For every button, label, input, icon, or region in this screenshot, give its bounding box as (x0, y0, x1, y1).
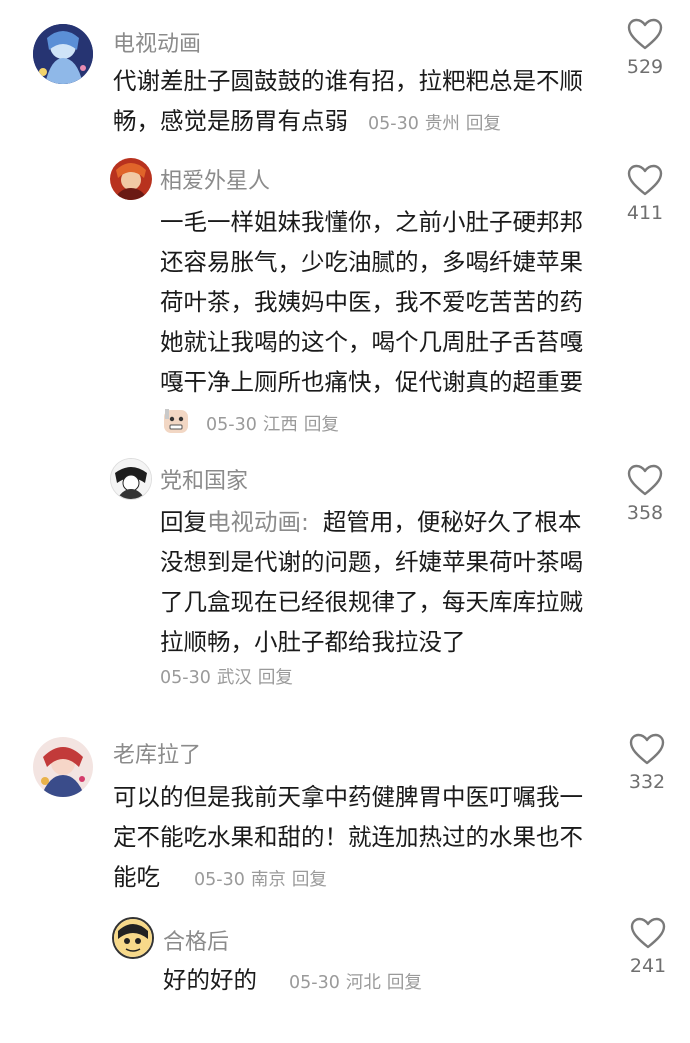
comment-item: 党和国家 回复电视动画: 超管用，便秘好久了根本没想到是代谢的问题，纤婕苹果荷叶茶… (0, 450, 690, 715)
reply-button[interactable]: 回复 (387, 973, 422, 993)
avatar[interactable] (33, 737, 93, 797)
like-count: 358 (626, 502, 664, 524)
heart-outline-icon (627, 164, 663, 196)
avatar-image (114, 919, 152, 957)
comment-text: 一毛一样姐妹我懂你，之前小肚子硬邦邦还容易胀气，少吃油腻的，多喝纤婕苹果荷叶茶，… (160, 202, 596, 445)
username[interactable]: 合格后 (163, 924, 229, 956)
grimace-face-emoji (162, 407, 190, 435)
comment-meta: 05-30 武汉 回复 (160, 664, 299, 689)
reply-button[interactable]: 回复 (292, 870, 327, 890)
heart-outline-icon (627, 18, 663, 50)
username[interactable]: 老库拉了 (113, 737, 201, 769)
comment-text: 回复电视动画: 超管用，便秘好久了根本没想到是代谢的问题，纤婕苹果荷叶茶喝了几盒现… (160, 502, 596, 662)
avatar[interactable] (112, 917, 154, 959)
like-count: 529 (626, 56, 664, 78)
username[interactable]: 电视动画 (113, 26, 201, 58)
like-button[interactable]: 332 (617, 733, 677, 793)
comment-meta: 05-30 南京 回复 (194, 870, 333, 890)
comment-date: 05-30 (289, 973, 340, 993)
comment-item: 合格后 好的好的 05-30 河北 回复 241 (0, 905, 690, 1043)
comment-text: 代谢差肚子圆鼓鼓的谁有招，拉粑粑总是不顺畅，感觉是肠胃有点弱 05-30 贵州 回复 (113, 61, 593, 144)
comment-item: 老库拉了 可以的但是我前天拿中药健脾胃中医叮嘱我一定不能吃水果和甜的！就连加热过… (0, 715, 690, 905)
like-button[interactable]: 241 (618, 917, 678, 977)
comment-meta: 05-30 河北 回复 (289, 973, 428, 993)
reply-button[interactable]: 回复 (466, 114, 501, 134)
comment-date: 05-30 (194, 870, 245, 890)
avatar[interactable] (110, 158, 152, 200)
comment-location: 贵州 (424, 114, 460, 134)
reply-button[interactable]: 回复 (258, 668, 293, 688)
comment-location: 武汉 (216, 668, 252, 688)
comment-location: 河北 (345, 973, 381, 993)
comment-body: 代谢差肚子圆鼓鼓的谁有招，拉粑粑总是不顺畅，感觉是肠胃有点弱 (113, 67, 583, 135)
username[interactable]: 相爱外星人 (160, 163, 270, 195)
heart-outline-icon (629, 733, 665, 765)
heart-outline-icon (630, 917, 666, 949)
comment-location: 江西 (262, 415, 298, 435)
comment-location: 南京 (250, 870, 286, 890)
comment-body: 一毛一样姐妹我懂你，之前小肚子硬邦邦还容易胀气，少吃油腻的，多喝纤婕苹果荷叶茶，… (160, 208, 583, 396)
avatar[interactable] (33, 24, 93, 84)
reply-button[interactable]: 回复 (304, 415, 339, 435)
comment-item: 电视动画 代谢差肚子圆鼓鼓的谁有招，拉粑粑总是不顺畅，感觉是肠胃有点弱 05-30… (0, 0, 690, 150)
like-button[interactable]: 358 (615, 464, 675, 524)
comment-date: 05-30 (160, 668, 211, 688)
comment-text: 可以的但是我前天拿中药健脾胃中医叮嘱我一定不能吃水果和甜的！就连加热过的水果也不… (113, 777, 599, 900)
comment-meta: 05-30 江西 回复 (206, 415, 345, 435)
like-button[interactable]: 529 (615, 18, 675, 78)
like-count: 241 (629, 955, 667, 977)
avatar-image (33, 737, 93, 797)
comment-text: 好的好的 05-30 河北 回复 (163, 960, 599, 1003)
like-button[interactable]: 411 (615, 164, 675, 224)
comment-body: 好的好的 (163, 966, 257, 994)
avatar-image (33, 24, 93, 84)
comment-meta: 05-30 贵州 回复 (368, 114, 507, 134)
avatar[interactable] (110, 458, 152, 500)
comment-date: 05-30 (368, 114, 419, 134)
reply-prefix: 回复 (160, 508, 207, 536)
avatar-image (111, 459, 151, 499)
username[interactable]: 党和国家 (160, 463, 248, 495)
comment-date: 05-30 (206, 415, 257, 435)
heart-outline-icon (627, 464, 663, 496)
like-count: 411 (626, 202, 664, 224)
avatar-image (110, 158, 152, 200)
like-count: 332 (628, 771, 666, 793)
comment-item: 相爱外星人 一毛一样姐妹我懂你，之前小肚子硬邦邦还容易胀气，少吃油腻的，多喝纤婕… (0, 150, 690, 450)
comment-body: 可以的但是我前天拿中药健脾胃中医叮嘱我一定不能吃水果和甜的！就连加热过的水果也不… (113, 783, 583, 891)
reply-to-username[interactable]: 电视动画: (207, 508, 309, 536)
